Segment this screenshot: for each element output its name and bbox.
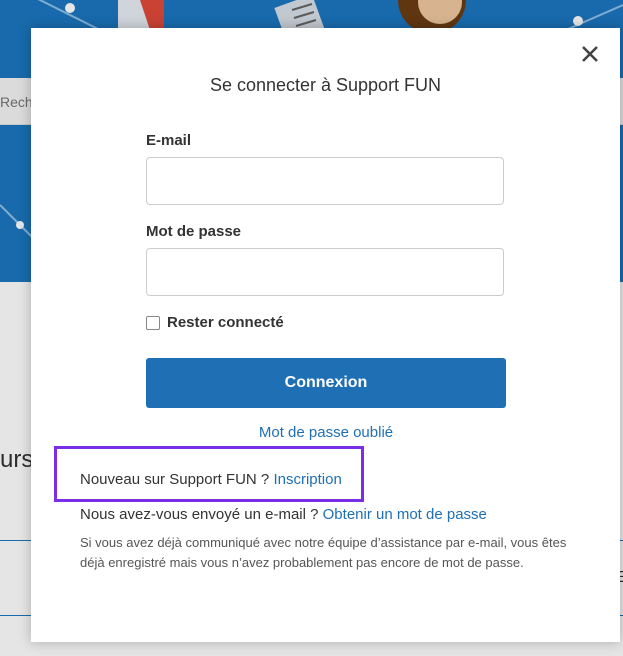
get-password-link[interactable]: Obtenir un mot de passe: [323, 506, 487, 523]
forgot-password-link[interactable]: Mot de passe oublié: [146, 424, 506, 441]
info-text: Si vous avez déjà communiqué avec notre …: [80, 535, 567, 570]
register-line: Nouveau sur Support FUN ? Inscription: [80, 471, 342, 488]
email-label: E-mail: [146, 132, 192, 149]
login-modal: Se connecter à Support FUN E-mail Mot de…: [31, 28, 620, 642]
password-field[interactable]: [146, 248, 504, 296]
email-prompt: Nous avez-vous envoyé un e-mail ?: [80, 506, 319, 523]
email-prompt-line: Nous avez-vous envoyé un e-mail ? Obteni…: [80, 506, 487, 523]
remember-me-checkbox[interactable]: [146, 315, 160, 330]
close-icon: [582, 46, 598, 62]
email-field[interactable]: [146, 157, 504, 205]
remember-me-row[interactable]: Rester connecté: [146, 314, 284, 331]
login-button[interactable]: Connexion: [146, 358, 506, 408]
register-prompt: Nouveau sur Support FUN ?: [80, 471, 270, 488]
password-label: Mot de passe: [146, 223, 242, 240]
close-button[interactable]: [578, 42, 602, 66]
remember-me-label: Rester connecté: [167, 314, 284, 331]
register-link[interactable]: Inscription: [273, 471, 341, 488]
modal-title: Se connecter à Support FUN: [209, 75, 442, 95]
